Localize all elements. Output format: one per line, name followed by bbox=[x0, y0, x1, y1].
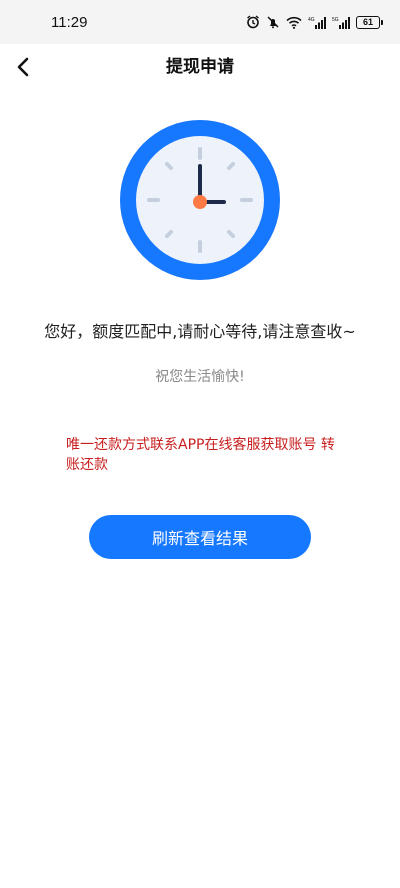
mute-icon bbox=[266, 15, 280, 29]
alarm-icon bbox=[246, 15, 260, 29]
status-message: 您好，额度匹配中,请耐心等待,请注意查收~ bbox=[44, 322, 356, 341]
clock-illustration bbox=[120, 120, 280, 280]
refresh-button-label: 刷新查看结果 bbox=[151, 529, 248, 548]
signal-5g-icon: 5G bbox=[332, 16, 350, 29]
signal-4g-icon: 4G bbox=[308, 16, 326, 29]
battery-icon: 61 bbox=[356, 15, 383, 29]
page-title: 提现申请 bbox=[166, 57, 234, 77]
refresh-result-button[interactable]: 刷新查看结果 bbox=[89, 515, 311, 559]
status-bar: 11:29 4G 5G 61 bbox=[0, 0, 400, 44]
nav-bar: 提现申请 bbox=[0, 44, 400, 90]
status-icons: 4G 5G 61 bbox=[246, 15, 383, 29]
wifi-icon bbox=[286, 16, 302, 29]
clock-icon bbox=[120, 120, 280, 280]
back-arrow-icon bbox=[17, 57, 29, 77]
back-button[interactable] bbox=[6, 50, 40, 84]
svg-text:5G: 5G bbox=[332, 17, 339, 23]
status-time: 11:29 bbox=[51, 13, 88, 31]
greeting-message: 祝您生活愉快! bbox=[155, 369, 245, 385]
repayment-notice: 唯一还款方式联系APP在线客服获取账号 转账还款 bbox=[66, 437, 335, 473]
battery-level: 61 bbox=[362, 17, 373, 27]
svg-text:4G: 4G bbox=[308, 17, 315, 23]
